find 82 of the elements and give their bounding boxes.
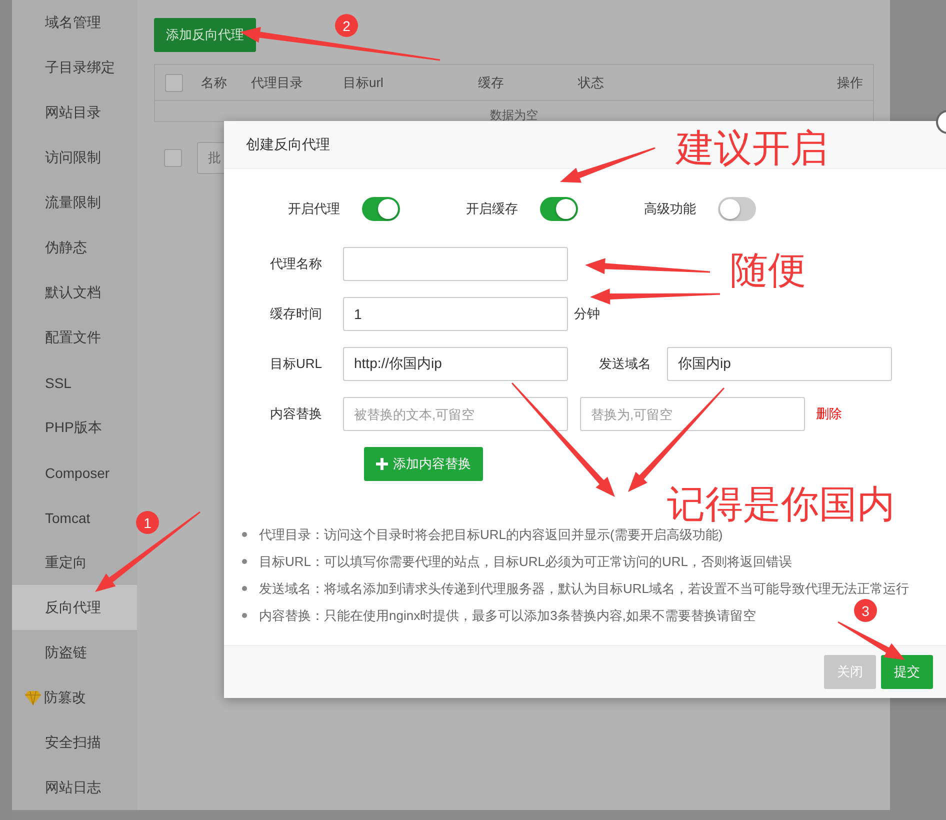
- column-header: 缓存: [478, 74, 505, 92]
- bullet-icon: [242, 586, 247, 591]
- cache-time-field[interactable]: 1: [343, 297, 568, 331]
- sidebar-item[interactable]: 防篡改: [12, 675, 137, 720]
- sidebar-item[interactable]: 伪静态: [12, 225, 137, 270]
- annotation-arrow: [838, 621, 905, 660]
- sidebar-item-label: 网站日志: [45, 778, 101, 796]
- annotation-text: 记得是你国内: [667, 486, 895, 524]
- sidebar-item-label: Composer: [45, 464, 110, 480]
- sidebar-item-label: 流量限制: [45, 194, 101, 212]
- help-note: 目标URL：可以填写你需要代理的站点，目标URL必须为可正常访问的URL，否则将返回错误: [259, 552, 792, 570]
- checkbox[interactable]: [165, 74, 183, 92]
- bullet-icon: [242, 559, 247, 564]
- sidebar-item-label: PHP版本: [45, 418, 102, 436]
- column-header: 目标url: [343, 74, 384, 92]
- sidebar-item[interactable]: 配置文件: [12, 315, 137, 360]
- add-replace-button[interactable]: 添加内容替换: [364, 447, 483, 481]
- sidebar-item-label: 重定向: [45, 554, 87, 572]
- sidebar-item[interactable]: 网站日志: [12, 765, 137, 810]
- sidebar-item[interactable]: 反向代理: [12, 585, 137, 630]
- field-label: 发送域名: [598, 355, 652, 373]
- help-note: 内容替换：只能在使用nginx时提供，最多可以添加3条替换内容,如果不需要替换请留空: [259, 606, 756, 624]
- bullet-icon: [242, 532, 247, 537]
- sidebar-item[interactable]: 子目录绑定: [12, 45, 137, 90]
- toggle-switch[interactable]: [540, 197, 578, 221]
- sidebar-item[interactable]: Composer: [12, 450, 137, 495]
- help-note: 代理目录：访问这个目录时将会把目标URL的内容返回并显示(需要开启高级功能): [259, 526, 723, 544]
- field-label: 目标URL: [268, 355, 323, 373]
- sidebar-item[interactable]: 网站目录: [12, 90, 137, 135]
- sidebar-item[interactable]: 防盗链: [12, 630, 137, 675]
- sidebar-item-label: 伪静态: [45, 238, 87, 256]
- field-label: 内容替换: [269, 405, 323, 423]
- column-header: 名称: [201, 74, 228, 92]
- sidebar-item[interactable]: 域名管理: [12, 0, 137, 45]
- sidebar-item-label: 反向代理: [45, 598, 101, 616]
- add-proxy-button[interactable]: 添加反向代理: [154, 18, 256, 52]
- sidebar-item[interactable]: PHP版本: [12, 405, 137, 450]
- sidebar-item-label: Tomcat: [45, 510, 90, 526]
- unit-label: 分钟: [574, 305, 600, 323]
- bullet-icon: [242, 613, 247, 618]
- sidebar-item-label: 网站目录: [45, 104, 101, 122]
- sidebar-item-label: 默认文档: [45, 284, 101, 302]
- toggle-label: 高级功能: [644, 200, 696, 218]
- toggle-label: 开启缓存: [466, 200, 518, 218]
- send-domain-field[interactable]: 你国内ip: [667, 347, 892, 381]
- sidebar-item[interactable]: 安全扫描: [12, 720, 137, 765]
- sidebar-item-label: 子目录绑定: [45, 58, 115, 76]
- checkbox[interactable]: [164, 149, 182, 167]
- sidebar-item-label: 配置文件: [45, 328, 101, 346]
- sidebar-item[interactable]: 重定向: [12, 540, 137, 585]
- toggle-label: 开启代理: [288, 200, 340, 218]
- column-header: 操作: [836, 74, 863, 92]
- column-header: 状态: [578, 74, 605, 92]
- sidebar-item-label: 访问限制: [45, 148, 101, 166]
- submit-button[interactable]: 提交: [881, 655, 933, 689]
- plus-icon: [376, 458, 388, 470]
- dialog-title: 创建反向代理: [246, 136, 330, 154]
- toggle-switch[interactable]: [362, 197, 400, 221]
- replace-from-field[interactable]: 被替换的文本,可留空: [343, 397, 568, 431]
- empty-text: 数据为空: [490, 107, 538, 124]
- column-header: 代理目录: [251, 74, 304, 92]
- annotation-text: 建议开启: [676, 130, 828, 168]
- sidebar-item[interactable]: 访问限制: [12, 135, 137, 180]
- sidebar-item[interactable]: 流量限制: [12, 180, 137, 225]
- delete-link[interactable]: 删除: [816, 405, 842, 423]
- sidebar-item-label: 防篡改: [44, 688, 86, 706]
- target-url-field[interactable]: http://你国内ip: [343, 347, 568, 381]
- name-field[interactable]: [343, 247, 568, 281]
- help-note: 发送域名：将域名添加到请求头传递到代理服务器，默认为目标URL域名，若设置不当可能导致代理无法正常运行: [259, 580, 910, 598]
- replace-to-field[interactable]: 替换为,可留空: [580, 397, 805, 431]
- sidebar-item-label: 安全扫描: [45, 734, 101, 752]
- sidebar-item[interactable]: Tomcat: [12, 495, 137, 540]
- toggle-switch[interactable]: [718, 197, 756, 221]
- sidebar-item-label: 域名管理: [45, 14, 101, 32]
- field-label: 代理名称: [269, 255, 323, 273]
- sidebar-item[interactable]: 默认文档: [12, 270, 137, 315]
- sidebar-item-label: SSL: [45, 374, 72, 390]
- annotation-text: 随便: [730, 252, 806, 290]
- gem-icon: [25, 690, 41, 704]
- sidebar-item-label: 防盗链: [45, 644, 87, 662]
- sidebar-item[interactable]: SSL: [12, 360, 137, 405]
- field-label: 缓存时间: [269, 305, 323, 323]
